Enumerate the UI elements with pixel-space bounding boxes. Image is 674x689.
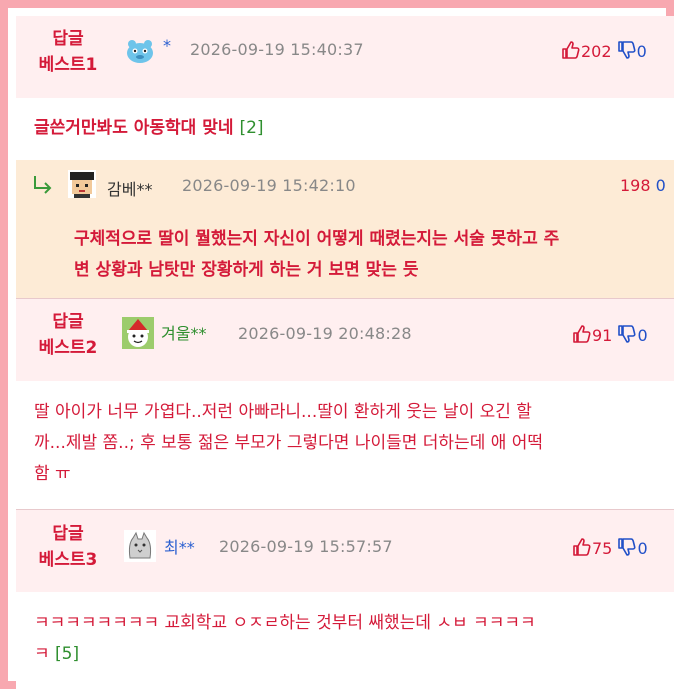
thumbs-up-icon[interactable] — [572, 538, 592, 558]
thumbs-up-icon[interactable] — [572, 325, 592, 345]
reply-up-count: 198 — [620, 176, 651, 195]
best3-reply-count[interactable]: [5] — [55, 644, 79, 664]
reply-arrow-icon — [34, 176, 52, 194]
reply-text: 구체적으로 딸이 뭘했는지 자신이 어떻게 때렸는지는 서술 못하고 주 변 상… — [74, 229, 560, 280]
thumbs-up-icon[interactable] — [561, 41, 581, 61]
best1-reply-count[interactable]: [2] — [239, 118, 263, 138]
reply-down-count: 0 — [655, 176, 666, 195]
reply-date: 2026-09-19 15:42:10 — [182, 176, 356, 195]
thumbs-down-icon[interactable] — [617, 41, 637, 61]
reply-nick[interactable]: 감베** — [107, 176, 152, 200]
best2-nick[interactable]: 겨울** — [161, 320, 206, 344]
best1-avatar — [127, 40, 153, 63]
best2-label: 답글 베스트2 — [38, 312, 98, 358]
best1-date: 2026-09-19 15:40:37 — [190, 40, 364, 59]
best1-text: 글쓴거만봐도 아동학대 맞네 [2] — [34, 118, 264, 138]
best2-up-count: 91 — [592, 326, 613, 345]
best2-down-count: 0 — [637, 326, 648, 345]
best3-votes: 75 0 — [572, 537, 648, 558]
best2-votes: 91 0 — [572, 324, 648, 345]
best3-nick[interactable]: 최** — [164, 534, 195, 558]
best3-down-count: 0 — [637, 539, 648, 558]
best2-date: 2026-09-19 20:48:28 — [238, 324, 412, 343]
comments-frame: 답글 베스트1 * 2026-09-19 15:40:37 202 0 글쓴거만… — [0, 0, 674, 689]
best3-avatar — [124, 530, 156, 562]
thumbs-down-icon[interactable] — [617, 538, 637, 558]
best1-up-count: 202 — [581, 42, 612, 61]
best2-avatar — [122, 317, 154, 349]
best1-label: 답글 베스트1 — [38, 29, 98, 75]
best1-votes: 202 0 — [561, 40, 647, 61]
best1-down-count: 0 — [636, 42, 647, 61]
best3-text: ㅋㅋㅋㅋㅋㅋㅋㅋ 교회학교 ㅇㅈㄹ하는 것부터 쌔했는데 ㅅㅂ ㅋㅋㅋㅋ ㅋ [… — [34, 613, 536, 664]
best3-label: 답글 베스트3 — [38, 524, 98, 570]
best2-text: 딸 아이가 너무 가엽다..저런 아빠라니...딸이 환하게 웃는 날이 오긴 … — [34, 402, 544, 484]
reply-votes: 198 0 — [620, 176, 666, 195]
best3-up-count: 75 — [592, 539, 613, 558]
best1-nick[interactable]: * — [163, 36, 171, 55]
best3-date: 2026-09-19 15:57:57 — [219, 537, 393, 556]
reply-avatar — [68, 170, 96, 198]
thumbs-down-icon[interactable] — [617, 325, 637, 345]
